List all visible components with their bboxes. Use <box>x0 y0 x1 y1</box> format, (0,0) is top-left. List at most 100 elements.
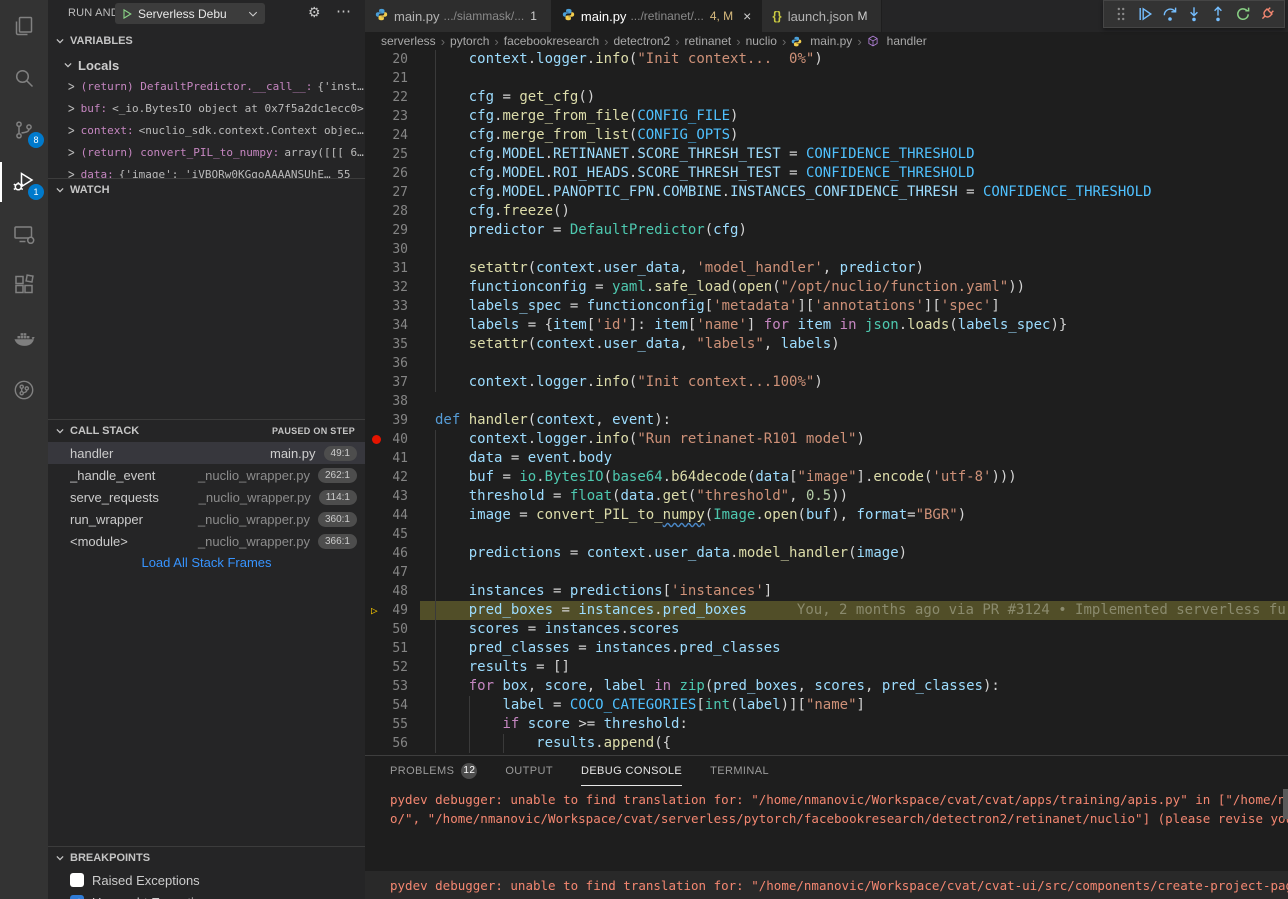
continue-icon[interactable] <box>1134 3 1156 25</box>
line-number[interactable]: 25 <box>365 145 408 164</box>
chevron-down-icon <box>52 850 68 866</box>
line-number[interactable]: 27 <box>365 183 408 202</box>
console-message-block[interactable]: pydev debugger: unable to find translati… <box>365 871 1288 899</box>
line-number[interactable]: 52 <box>365 658 408 677</box>
breadcrumb-item-serverless[interactable]: serverless <box>381 34 436 48</box>
panel-tab-output[interactable]: OUTPUT <box>505 757 553 786</box>
panel-tab-terminal[interactable]: TERMINAL <box>710 757 769 786</box>
stack-frame-row[interactable]: <module>_nuclio_wrapper.py366:1 <box>48 530 365 552</box>
scrollbar-thumb[interactable] <box>1283 789 1288 819</box>
breakpoints-header[interactable]: BREAKPOINTS <box>48 847 365 869</box>
line-number[interactable]: 28 <box>365 202 408 221</box>
line-number[interactable]: 20 <box>365 50 408 69</box>
line-number[interactable]: 26 <box>365 164 408 183</box>
load-all-stack-frames-link[interactable]: Load All Stack Frames <box>48 552 365 574</box>
activity-explorer[interactable] <box>0 0 48 52</box>
line-number[interactable]: 55 <box>365 715 408 734</box>
activity-extensions[interactable] <box>0 260 48 312</box>
breadcrumb-item-facebookresearch[interactable]: facebookresearch <box>504 34 599 48</box>
variable-row[interactable]: >buf:<_io.BytesIO object at 0x7f5a2dc1ec… <box>48 97 365 119</box>
tab-launch-json-2[interactable]: {}launch.jsonM <box>762 0 882 32</box>
variables-header[interactable]: VARIABLES <box>48 27 365 55</box>
line-number[interactable]: 44 <box>365 506 408 525</box>
line-number[interactable]: 29 <box>365 221 408 240</box>
line-number[interactable]: 53 <box>365 677 408 696</box>
line-number[interactable]: 54 <box>365 696 408 715</box>
breadcrumb-item-pytorch[interactable]: pytorch <box>450 34 489 48</box>
stack-frame-row[interactable]: handlermain.py49:1 <box>48 442 365 464</box>
breadcrumb-item-detectron2[interactable]: detectron2 <box>613 34 670 48</box>
console-message-block[interactable]: pydev debugger: unable to find translati… <box>365 786 1288 828</box>
drag-handle[interactable] <box>1110 3 1132 25</box>
variable-row[interactable]: >(return) DefaultPredictor.__call__:{'in… <box>48 75 365 97</box>
breadcrumb-item-nuclio[interactable]: nuclio <box>746 34 777 48</box>
watch-header[interactable]: WATCH <box>48 179 365 201</box>
more-actions-icon[interactable]: ⋯ <box>336 2 351 20</box>
line-number[interactable]: 49 <box>365 601 408 620</box>
line-number[interactable]: 30 <box>365 240 408 259</box>
call-stack-header[interactable]: CALL STACK PAUSED ON STEP <box>48 420 365 442</box>
line-number[interactable]: 43 <box>365 487 408 506</box>
disconnect-icon[interactable] <box>1256 3 1278 25</box>
stack-frame-row[interactable]: serve_requests_nuclio_wrapper.py114:1 <box>48 486 365 508</box>
variables-scope-locals[interactable]: Locals <box>48 55 365 75</box>
line-number[interactable]: 47 <box>365 563 408 582</box>
line-number[interactable]: 46 <box>365 544 408 563</box>
gear-icon[interactable]: ⚙ <box>308 4 321 21</box>
activity-search[interactable] <box>0 52 48 104</box>
line-number[interactable]: 35 <box>365 335 408 354</box>
step-over-icon[interactable] <box>1159 3 1181 25</box>
activity-source-control[interactable]: 8 <box>0 104 48 156</box>
panel-tab-debug-console[interactable]: DEBUG CONSOLE <box>581 757 682 786</box>
panel-tab-problems[interactable]: PROBLEMS12 <box>390 757 477 786</box>
line-number[interactable]: 34 <box>365 316 408 335</box>
line-number[interactable]: 22 <box>365 88 408 107</box>
code-editor[interactable]: 20 context.logger.info("Init context... … <box>365 50 1288 755</box>
line-number[interactable]: 37 <box>365 373 408 392</box>
line-number[interactable]: 56 <box>365 734 408 753</box>
checkbox-icon[interactable] <box>70 873 84 887</box>
tab-main-py-0[interactable]: main.py.../siammask/...1 <box>365 0 552 32</box>
activity-remote-explorer[interactable] <box>0 208 48 260</box>
variable-row[interactable]: >context:<nuclio_sdk.context.Context obj… <box>48 119 365 141</box>
line-number[interactable]: 40 <box>365 430 408 449</box>
breakpoint-row[interactable]: ✓Uncaught Exceptions <box>48 891 365 899</box>
activity-run-and-debug[interactable]: 1 <box>0 156 48 208</box>
activity-docker[interactable] <box>0 312 48 364</box>
breakpoint-row[interactable]: Raised Exceptions <box>48 869 365 891</box>
line-number[interactable]: 50 <box>365 620 408 639</box>
close-icon[interactable]: × <box>743 8 751 24</box>
line-number[interactable]: 39 <box>365 411 408 430</box>
line-number[interactable]: 42 <box>365 468 408 487</box>
code-lines: 20 context.logger.info("Init context... … <box>365 50 1288 753</box>
variable-row[interactable]: >data:{'image': 'iVBORw0KGgoAAAANSUhE… 5… <box>48 163 365 178</box>
breadcrumb-item-retinanet[interactable]: retinanet <box>685 34 732 48</box>
debug-console-output[interactable]: pydev debugger: unable to find translati… <box>365 786 1288 899</box>
tab-main-py-1[interactable]: main.py.../retinanet/...4, M× <box>552 0 762 32</box>
line-number[interactable]: 48 <box>365 582 408 601</box>
activity-git-graph[interactable] <box>0 364 48 416</box>
restart-icon[interactable] <box>1232 3 1254 25</box>
line-number[interactable]: 23 <box>365 107 408 126</box>
line-number[interactable]: 51 <box>365 639 408 658</box>
line-number[interactable]: 36 <box>365 354 408 373</box>
line-number[interactable]: 41 <box>365 449 408 468</box>
step-into-icon[interactable] <box>1183 3 1205 25</box>
line-number[interactable]: 33 <box>365 297 408 316</box>
line-number[interactable]: 38 <box>365 392 408 411</box>
variable-row[interactable]: >(return) convert_PIL_to_numpy:array([[[… <box>48 141 365 163</box>
stack-frame-row[interactable]: _handle_event_nuclio_wrapper.py262:1 <box>48 464 365 486</box>
launch-config-select[interactable]: Serverless Debu <box>115 3 265 24</box>
line-number[interactable]: 31 <box>365 259 408 278</box>
checkbox-checked-icon[interactable]: ✓ <box>70 895 84 899</box>
step-out-icon[interactable] <box>1207 3 1229 25</box>
line-number[interactable]: 32 <box>365 278 408 297</box>
panel-tab-label: PROBLEMS <box>390 765 454 777</box>
breadcrumb-item-handler[interactable]: handler <box>867 34 927 48</box>
line-number[interactable]: 45 <box>365 525 408 544</box>
stack-frame-file: _nuclio_wrapper.py <box>199 490 311 505</box>
line-number[interactable]: 21 <box>365 69 408 88</box>
line-number[interactable]: 24 <box>365 126 408 145</box>
stack-frame-row[interactable]: run_wrapper_nuclio_wrapper.py360:1 <box>48 508 365 530</box>
breadcrumb-item-main-py[interactable]: main.py <box>791 34 852 48</box>
